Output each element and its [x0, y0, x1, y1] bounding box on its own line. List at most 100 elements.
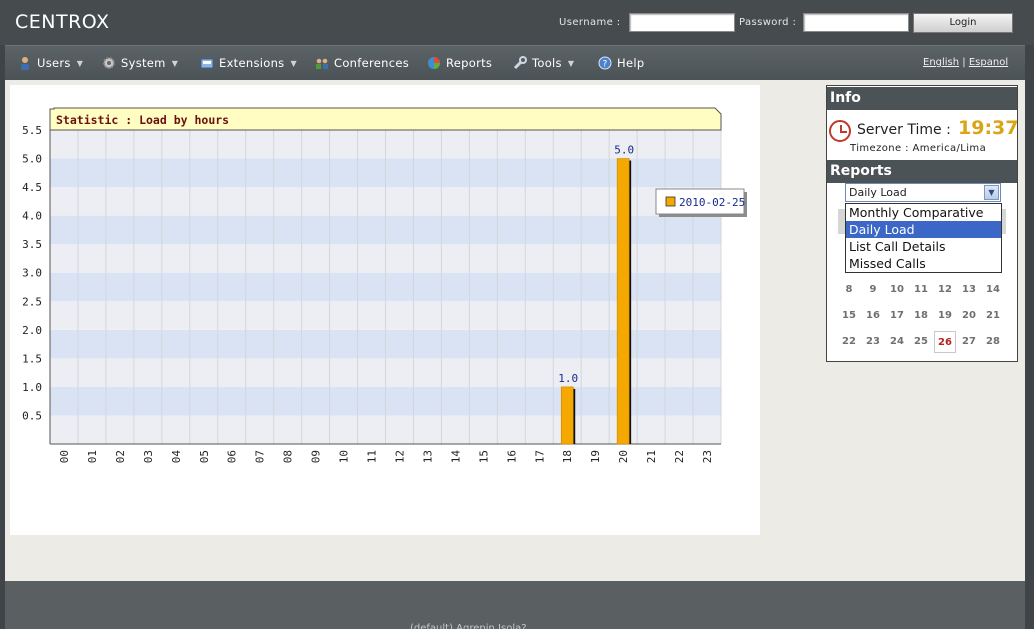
y-tick-label: 4.5	[22, 181, 42, 194]
x-tick-label: 05	[198, 450, 211, 463]
password-label: Password :	[739, 17, 797, 28]
data-label: 1.0	[558, 372, 578, 385]
calendar-day[interactable]: 21	[982, 305, 1004, 327]
calendar-day[interactable]: 12	[934, 279, 956, 301]
menu-reports[interactable]: Reports	[427, 56, 492, 70]
calendar-day[interactable]: 10	[886, 279, 908, 301]
language-english-link[interactable]: English	[923, 57, 959, 68]
y-tick-label: 4.0	[22, 210, 42, 223]
calendar-day[interactable]: 25	[910, 331, 932, 353]
x-tick-label: 22	[673, 450, 686, 463]
chevron-down-icon: ▼	[76, 58, 84, 68]
svg-text:?: ?	[602, 60, 607, 70]
calendar-day[interactable]: 23	[862, 331, 884, 353]
x-tick-label: 19	[589, 450, 602, 463]
report-option[interactable]: Missed Calls	[846, 255, 1001, 272]
footer-text: (default) Agrepin Isola? ...	[410, 623, 540, 629]
report-option[interactable]: List Call Details	[846, 238, 1001, 255]
menu-extensions-label: Extensions	[219, 56, 285, 70]
calendar-day[interactable]: 14	[982, 279, 1004, 301]
x-tick-label: 14	[449, 450, 462, 464]
x-tick-label: 04	[170, 450, 183, 464]
info-heading: Info	[827, 87, 1017, 110]
calendar-day[interactable]: 28	[982, 331, 1004, 353]
x-tick-label: 00	[58, 450, 71, 463]
y-tick-label: 5.5	[22, 124, 42, 137]
menu-tools-label: Tools	[532, 56, 562, 70]
calendar-day[interactable]: 13	[958, 279, 980, 301]
header-bar: CENTROX Username : Password : Login	[0, 0, 1034, 45]
x-tick-label: 23	[701, 450, 714, 463]
y-tick-label: 3.5	[22, 238, 42, 251]
y-tick-label: 2.0	[22, 324, 42, 337]
calendar-day[interactable]: 16	[862, 305, 884, 327]
bar-20	[616, 158, 630, 445]
menu-help[interactable]: ? Help	[598, 56, 644, 70]
language-espanol-link[interactable]: Espanol	[969, 57, 1008, 68]
menu-users-label: Users	[37, 56, 71, 70]
menu-reports-label: Reports	[446, 56, 493, 70]
report-select[interactable]: Daily Load ▼	[845, 183, 1001, 202]
x-tick-label: 21	[645, 450, 658, 463]
conference-icon	[316, 58, 328, 69]
chevron-down-icon: ▼	[171, 58, 179, 68]
y-tick-label: 1.0	[22, 381, 42, 394]
data-label: 5.0	[614, 144, 634, 157]
main-menu: Users ▼ System ▼ Extensions ▼ Conference…	[5, 45, 1025, 80]
chart-title: Statistic : Load by hours	[56, 113, 229, 127]
reports-heading: Reports	[827, 160, 1017, 183]
menu-users[interactable]: Users ▼	[18, 56, 83, 70]
menu-conferences[interactable]: Conferences	[315, 56, 409, 70]
menu-extensions[interactable]: Extensions ▼	[200, 56, 297, 70]
x-tick-label: 10	[338, 450, 351, 463]
menu-system[interactable]: System ▼	[102, 56, 178, 70]
calendar-day[interactable]: 22	[838, 331, 860, 353]
x-tick-label: 03	[142, 450, 155, 463]
calendar-day[interactable]: 19	[934, 305, 956, 327]
language-switch: English | Espanol	[923, 57, 1008, 68]
login-button[interactable]: Login	[913, 13, 1013, 33]
calendar-day[interactable]: 24	[886, 331, 908, 353]
x-tick-label: 18	[561, 450, 574, 463]
username-input[interactable]	[629, 13, 735, 32]
legend-label: 2010-02-25	[679, 196, 745, 209]
y-tick-label: 5.0	[22, 153, 42, 166]
users-icon	[21, 57, 29, 70]
x-tick-label: 12	[393, 450, 406, 463]
menu-tools[interactable]: Tools ▼	[513, 56, 574, 70]
wrench-icon	[513, 56, 527, 70]
x-tick-label: 07	[254, 450, 267, 463]
x-tick-label: 17	[533, 450, 546, 463]
calendar-day[interactable]: 18	[910, 305, 932, 327]
calendar-day[interactable]: 27	[958, 331, 980, 353]
chevron-down-icon[interactable]: ▼	[984, 185, 999, 200]
calendar-day[interactable]: 8	[838, 279, 860, 301]
x-tick-label: 16	[505, 450, 518, 463]
y-tick-label: 3.0	[22, 267, 42, 280]
calendar-day[interactable]: 9	[862, 279, 884, 301]
x-tick-label: 09	[310, 450, 323, 463]
calendar-day[interactable]: 15	[838, 305, 860, 327]
report-option[interactable]: Monthly Comparative	[846, 204, 1001, 221]
pie-chart-icon	[428, 57, 440, 69]
menu-help-label: Help	[617, 56, 645, 70]
x-tick-label: 11	[366, 450, 379, 463]
menu-conferences-label: Conferences	[334, 56, 410, 70]
password-input[interactable]	[803, 13, 909, 32]
chart-panel: 0.5 1.0 1.5 2.0 2.5 3.0 3.5 4.0 4.5 5.0 5.5 00 01 02 0…	[10, 85, 760, 535]
calendar-day[interactable]: 20	[958, 305, 980, 327]
report-option[interactable]: Daily Load	[846, 221, 1001, 238]
report-dropdown-list: Monthly Comparative Daily Load List Call D…	[845, 203, 1002, 273]
x-tick-label: 13	[421, 450, 434, 463]
calendar-day[interactable]: 17	[886, 305, 908, 327]
server-time-label: Server Time :	[857, 122, 951, 138]
server-time: 19:37	[958, 117, 1019, 139]
chevron-down-icon: ▼	[290, 58, 297, 68]
legend-swatch	[665, 196, 676, 207]
timezone-label: Timezone : America/Lima	[850, 143, 987, 154]
calendar-day[interactable]: 26	[934, 331, 956, 353]
sidebar: Info Server Time : 19:37 Timezone : Amer…	[826, 85, 1018, 362]
x-tick-label: 02	[114, 450, 127, 463]
calendar-day[interactable]: 11	[910, 279, 932, 301]
help-icon: ?	[598, 56, 612, 70]
